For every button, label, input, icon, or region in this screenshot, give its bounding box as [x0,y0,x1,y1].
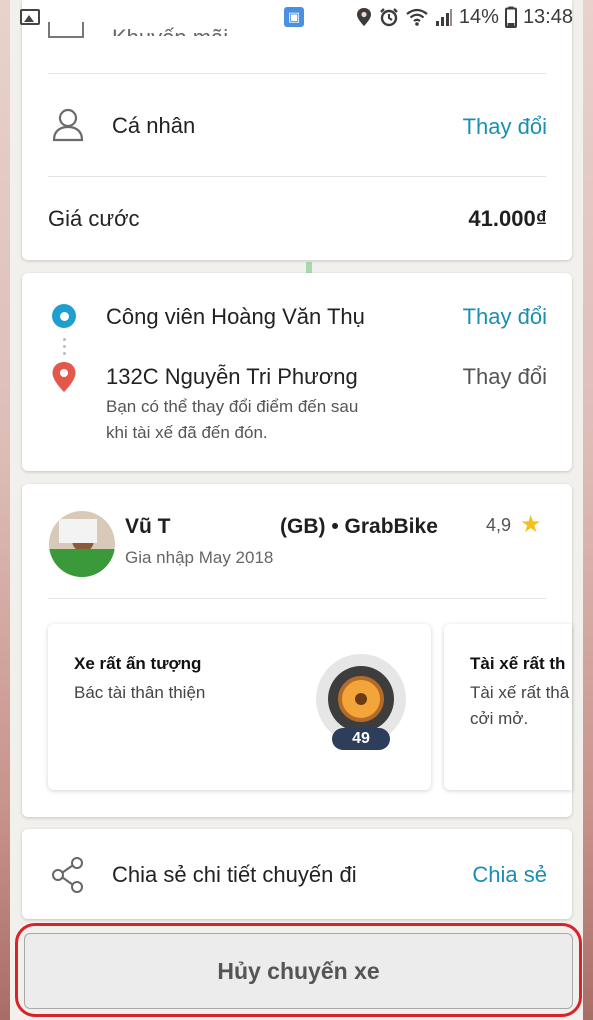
destination-address: 132C Nguyễn Tri Phương [106,364,358,389]
driver-rating: 4,9 [486,515,512,535]
battery-percent: 14% [458,5,499,28]
divider [48,176,546,177]
route-connector [63,338,66,341]
divider [48,73,546,74]
name-redaction [174,512,278,542]
signal-icon [435,9,452,26]
pickup-dot-icon [52,304,76,328]
pickup-change-link[interactable]: Thay đổi [463,304,547,330]
gallery-notification-icon [20,9,40,25]
compliment-desc: cởi mở. [470,709,529,728]
fare-label: Giá cước [48,206,140,231]
trip-options-card: Khuyến mãi Cá nhân Thay đổi Giá cước 41.… [22,0,572,260]
cancel-trip-button[interactable]: Hủy chuyến xe [24,933,573,1009]
divider [48,598,546,599]
fare-value: 41.000₫ [468,206,547,231]
pickup-address: Công viên Hoàng Văn Thụ [106,304,365,329]
compliment-count: 49 [332,728,390,750]
share-label: Chia sẻ chi tiết chuyến đi [112,862,357,887]
location-status-icon [356,8,371,26]
battery-icon [504,6,517,28]
compliment-title: Tài xế rất th [470,654,566,673]
compliment-card[interactable]: Xe rất ấn tượng Bác tài thân thiện 49 [48,624,431,790]
compliment-desc: Tài xế rất thâ [470,683,570,702]
location-pin-icon [52,362,76,392]
destination-note-line2: khi tài xế đã đến đón. [106,423,268,442]
profile-change-link[interactable]: Thay đổi [463,114,547,140]
star-icon: ★ [520,511,542,538]
driver-name-start: Vũ T [125,515,171,538]
route-connector [63,352,66,355]
share-link[interactable]: Chia sẻ [472,862,547,888]
profile-label: Cá nhân [112,113,196,138]
share-card[interactable]: Chia sẻ chi tiết chuyến đi Chia sẻ [22,829,572,919]
destination-note-line1: Bạn có thể thay đổi điểm đến sau [106,397,359,416]
driver-vehicle: (GB) • GrabBike [280,515,438,538]
share-icon [52,857,83,893]
driver-avatar [49,511,115,577]
wheel-badge-icon: 49 [316,654,406,750]
driver-joined: Gia nhập May 2018 [125,548,274,567]
alarm-icon [380,8,398,27]
bus-notification-icon: ▣ [284,7,304,27]
person-outline-icon [52,108,84,142]
status-bar: ▣ 14% 13:48 [0,0,593,34]
compliment-card[interactable]: Tài xế rất th Tài xế rất thâ cởi mở. [444,624,572,790]
clock: 13:48 [522,5,573,28]
compliment-desc: Bác tài thân thiện [74,683,206,702]
destination-change-link[interactable]: Thay đổi [463,364,547,390]
compliment-title: Xe rất ấn tượng [74,654,202,673]
driver-card: Vũ T (GB) • GrabBike 4,9 ★ Gia nhập May … [22,484,572,817]
route-card: Công viên Hoàng Văn Thụ Thay đổi 132C Ng… [22,273,572,471]
route-connector [63,345,66,348]
wifi-icon [406,8,428,26]
